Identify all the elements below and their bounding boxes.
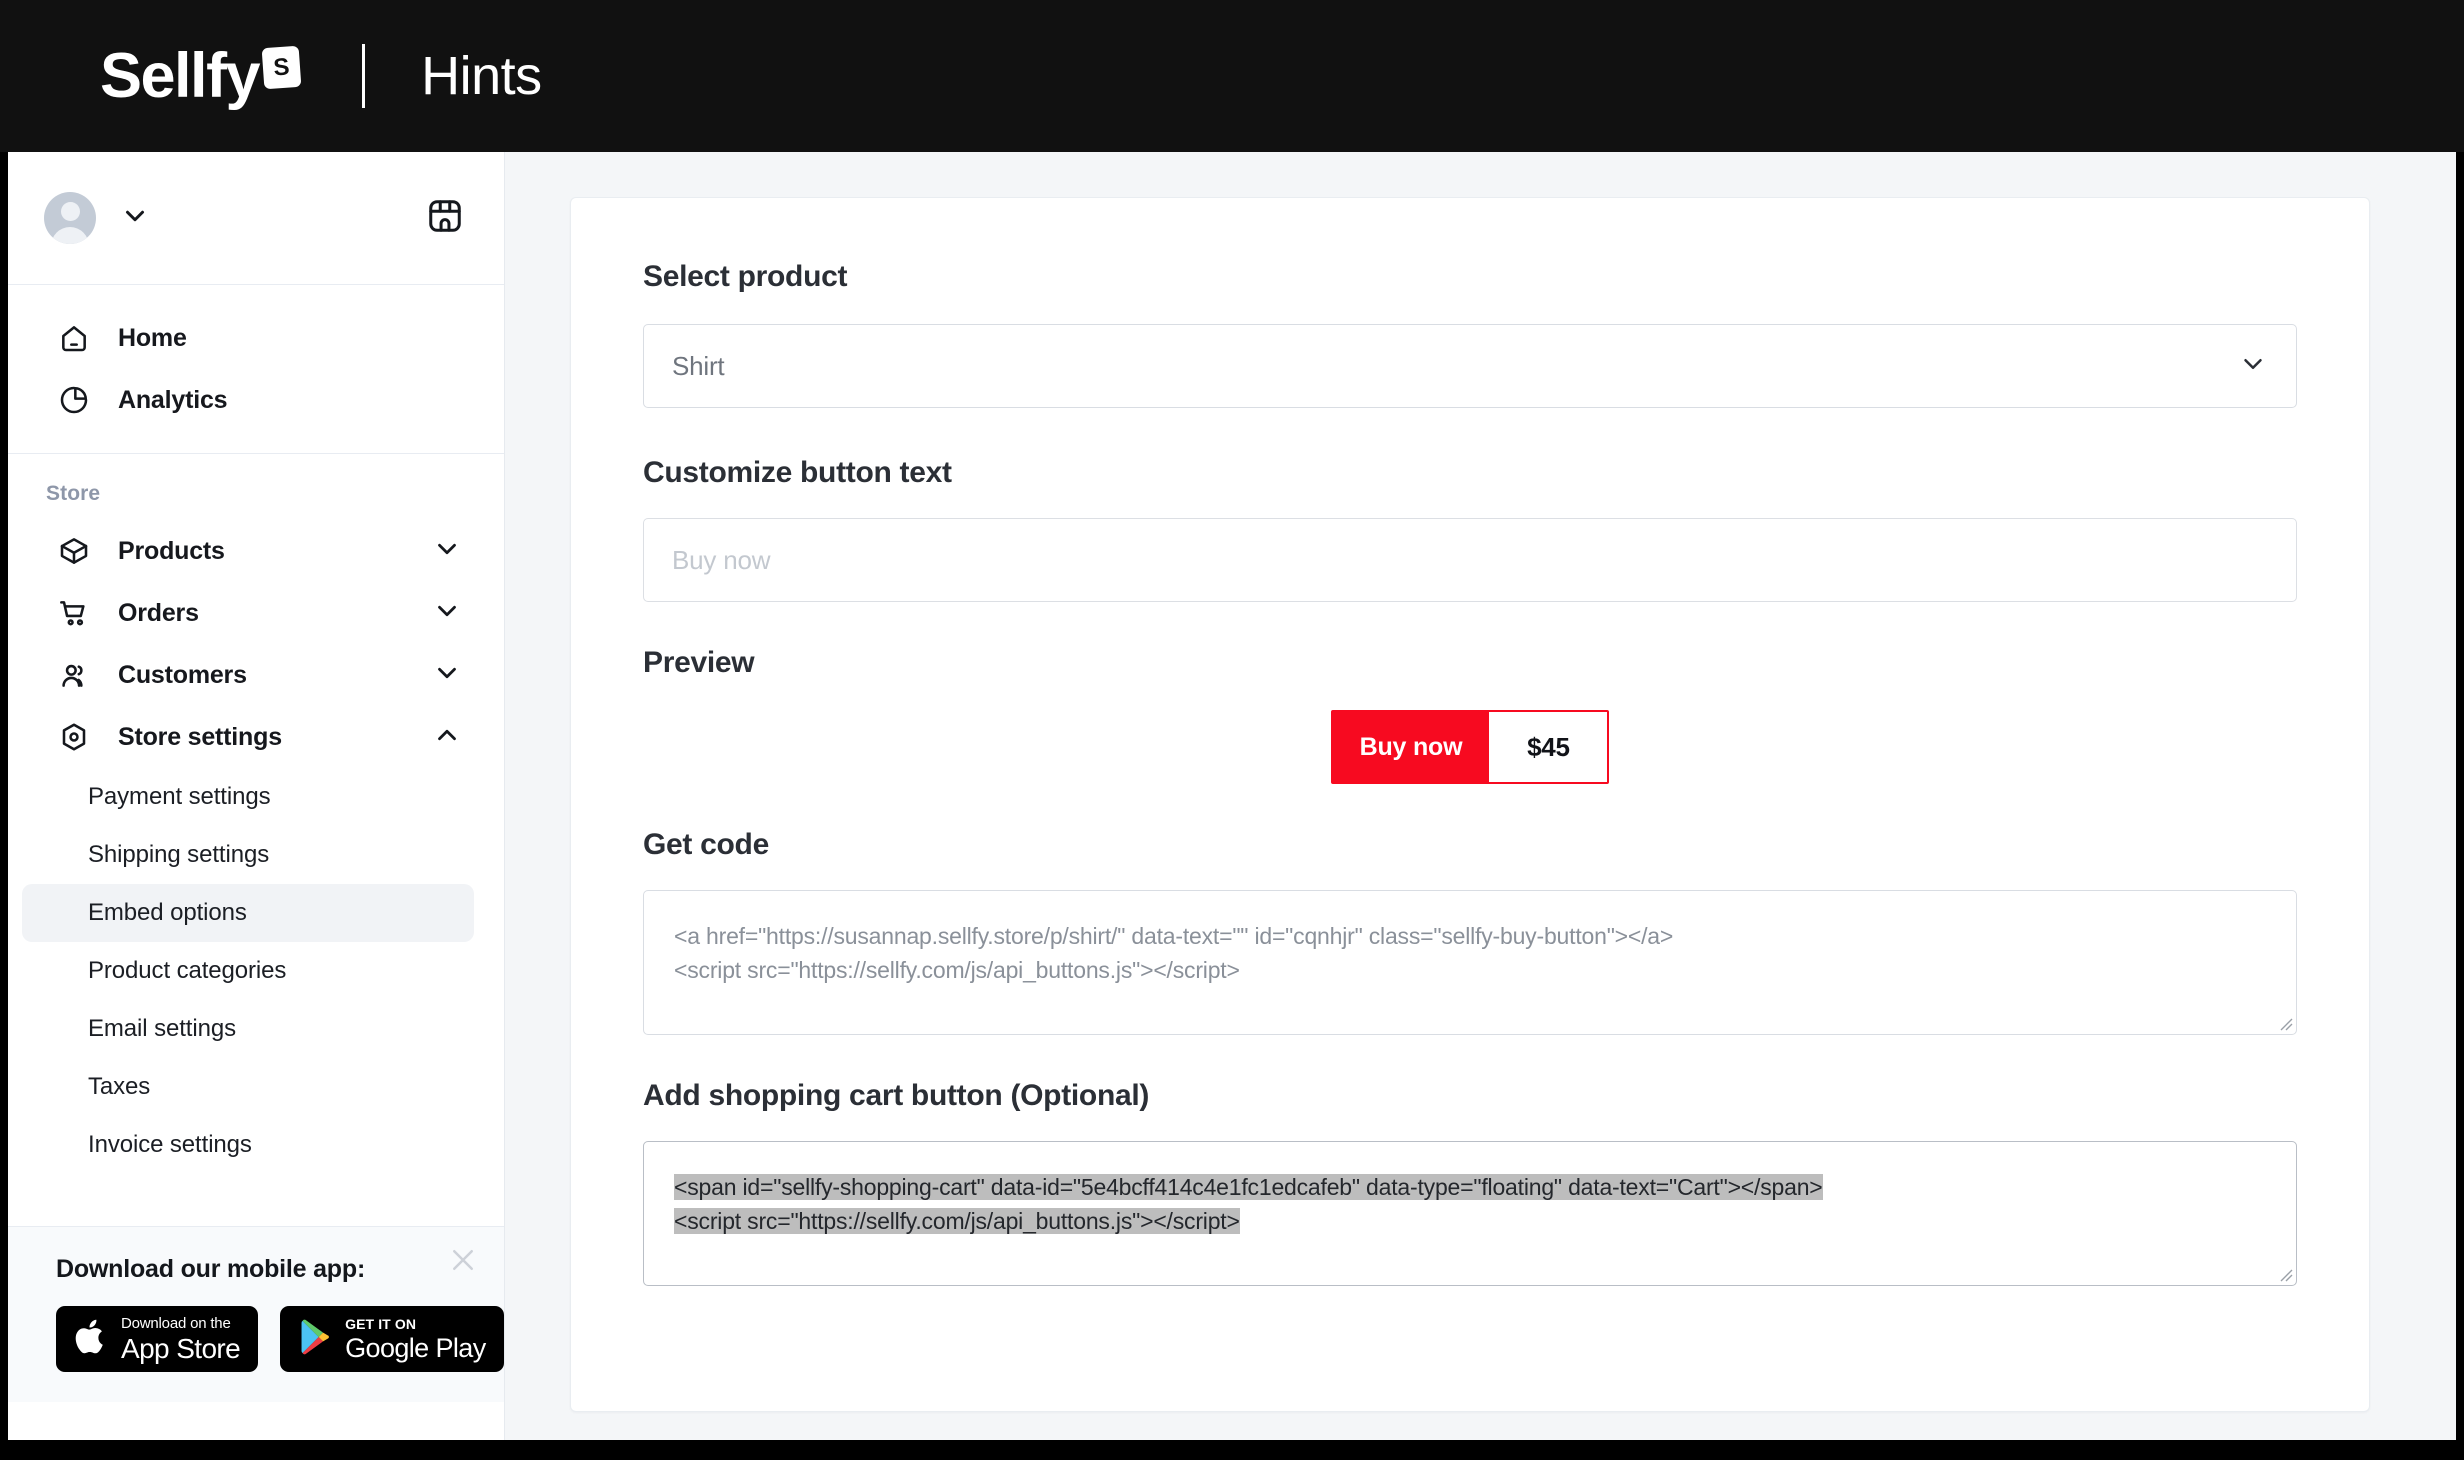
close-icon[interactable] [448, 1245, 478, 1275]
people-icon [58, 659, 96, 691]
sidebar-item-label: Analytics [118, 385, 228, 414]
customize-button-label: Customize button text [643, 456, 952, 489]
preview-section: Preview Buy now $45 [643, 646, 2297, 784]
cart-code-textarea[interactable]: <span id="sellfy-shopping-cart" data-id=… [643, 1141, 2297, 1286]
cart-code-line-2: <script src="https://sellfy.com/js/api_b… [674, 1208, 1240, 1234]
google-play-icon [298, 1318, 332, 1361]
resize-grip-icon[interactable] [2275, 1264, 2293, 1282]
main-content: Select product Shirt Customize button te… [505, 152, 2456, 1440]
chevron-up-icon[interactable] [432, 720, 462, 755]
sidebar-subitem-product-categories[interactable]: Product categories [22, 942, 474, 1000]
top-header-bar: Sellfy S Hints [0, 0, 2464, 152]
page-title: Hints [421, 46, 542, 106]
mobile-app-promo: Download our mobile app: Download on the… [8, 1226, 504, 1402]
sidebar-item-label: Orders [118, 598, 199, 627]
gear-icon [58, 721, 96, 753]
chevron-down-icon[interactable] [432, 658, 462, 693]
app-body: Home Analytics Store Products Orders Cus… [8, 152, 2456, 1440]
app-store-label: App Store [121, 1332, 241, 1364]
home-icon [58, 322, 96, 354]
sidebar-section-label: Store [46, 482, 101, 505]
product-select[interactable]: Shirt [643, 324, 2297, 408]
apple-icon [74, 1317, 108, 1362]
sidebar-subitem-shipping-settings[interactable]: Shipping settings [22, 826, 474, 884]
sidebar-subitem-invoice-settings[interactable]: Invoice settings [22, 1116, 474, 1174]
sidebar-header [8, 152, 504, 285]
cart-icon [58, 597, 96, 629]
sidebar-subitem-label: Payment settings [88, 783, 271, 810]
cart-code-line-1: <span id="sellfy-shopping-cart" data-id=… [674, 1174, 1823, 1200]
product-select-value: Shirt [672, 350, 725, 381]
button-text-placeholder: Buy now [672, 544, 771, 575]
brand-badge-icon: S [261, 45, 302, 89]
get-code-section: Get code <a href="https://susannap.sellf… [643, 828, 2297, 1035]
sidebar-item-label: Customers [118, 660, 247, 689]
price-display: $45 [1489, 712, 1608, 782]
sidebar: Home Analytics Store Products Orders Cus… [8, 152, 505, 1440]
buy-now-button[interactable]: Buy now [1332, 712, 1490, 782]
get-code-label: Get code [643, 828, 769, 861]
sidebar-subitem-label: Invoice settings [88, 1131, 252, 1158]
sidebar-item-label: Store settings [118, 722, 282, 751]
get-code-textarea[interactable]: <a href="https://susannap.sellfy.store/p… [643, 890, 2297, 1035]
promo-title: Download our mobile app: [56, 1255, 366, 1283]
google-play-sup: GET IT ON [345, 1315, 417, 1332]
sidebar-subitem-email-settings[interactable]: Email settings [22, 1000, 474, 1058]
preview-label: Preview [643, 646, 755, 679]
sidebar-item-customers[interactable]: Customers [22, 644, 490, 706]
chevron-down-icon[interactable] [120, 201, 150, 236]
get-code-line-2: <script src="https://sellfy.com/js/api_b… [674, 957, 1240, 983]
sidebar-subitem-label: Email settings [88, 1015, 236, 1042]
sidebar-subitem-label: Taxes [88, 1073, 151, 1100]
sidebar-item-products[interactable]: Products [22, 520, 490, 582]
sidebar-subitem-embed-options[interactable]: Embed options [22, 884, 474, 942]
pie-chart-icon [58, 384, 96, 416]
select-product-label: Select product [643, 260, 848, 293]
avatar[interactable] [44, 192, 96, 244]
sellfy-logo[interactable]: Sellfy S [100, 40, 302, 111]
sidebar-primary-group: Home Analytics [8, 285, 504, 454]
sidebar-bottom-strip [8, 1402, 504, 1440]
cart-code-section: Add shopping cart button (Optional) <spa… [643, 1079, 2297, 1286]
brand-wordmark: Sellfy [100, 40, 261, 111]
sidebar-item-label: Products [118, 536, 225, 565]
sidebar-subitem-label: Product categories [88, 957, 287, 984]
button-text-input[interactable]: Buy now [643, 518, 2297, 602]
box-icon [58, 535, 96, 567]
app-screen: Sellfy S Hints Home Analytics Store Prod… [0, 0, 2464, 1460]
chevron-down-icon[interactable] [432, 596, 462, 631]
sidebar-item-label: Home [118, 323, 187, 352]
app-store-sup: Download on the [121, 1314, 231, 1332]
customize-button-section: Customize button text Buy now [643, 456, 2297, 602]
sidebar-item-analytics[interactable]: Analytics [22, 369, 490, 431]
buy-button-preview: Buy now $45 [1330, 710, 1610, 784]
app-store-button[interactable]: Download on the App Store [56, 1306, 259, 1372]
get-code-line-1: <a href="https://susannap.sellfy.store/p… [674, 923, 1674, 949]
sidebar-subitem-payment-settings[interactable]: Payment settings [22, 768, 474, 826]
header-divider [362, 44, 366, 108]
chevron-down-icon[interactable] [432, 534, 462, 569]
select-product-section: Select product Shirt [643, 260, 2297, 408]
storefront-icon[interactable] [426, 197, 464, 240]
embed-options-card: Select product Shirt Customize button te… [570, 197, 2370, 1412]
sidebar-store-group: Store Products Orders Customers Store se… [8, 454, 504, 1196]
sidebar-subitem-label: Embed options [88, 899, 247, 926]
resize-grip-icon[interactable] [2275, 1013, 2293, 1031]
sidebar-subitem-taxes[interactable]: Taxes [22, 1058, 474, 1116]
google-play-label: Google Play [345, 1332, 486, 1363]
chevron-down-icon [2238, 349, 2268, 384]
sidebar-item-home[interactable]: Home [22, 307, 490, 369]
sidebar-subitem-label: Shipping settings [88, 841, 270, 868]
cart-code-label: Add shopping cart button (Optional) [643, 1079, 1150, 1112]
store-badges: Download on the App Store GET IT ON Goog… [56, 1306, 504, 1372]
sidebar-item-orders[interactable]: Orders [22, 582, 490, 644]
sidebar-item-store-settings[interactable]: Store settings [22, 706, 490, 768]
google-play-button[interactable]: GET IT ON Google Play [280, 1306, 504, 1372]
